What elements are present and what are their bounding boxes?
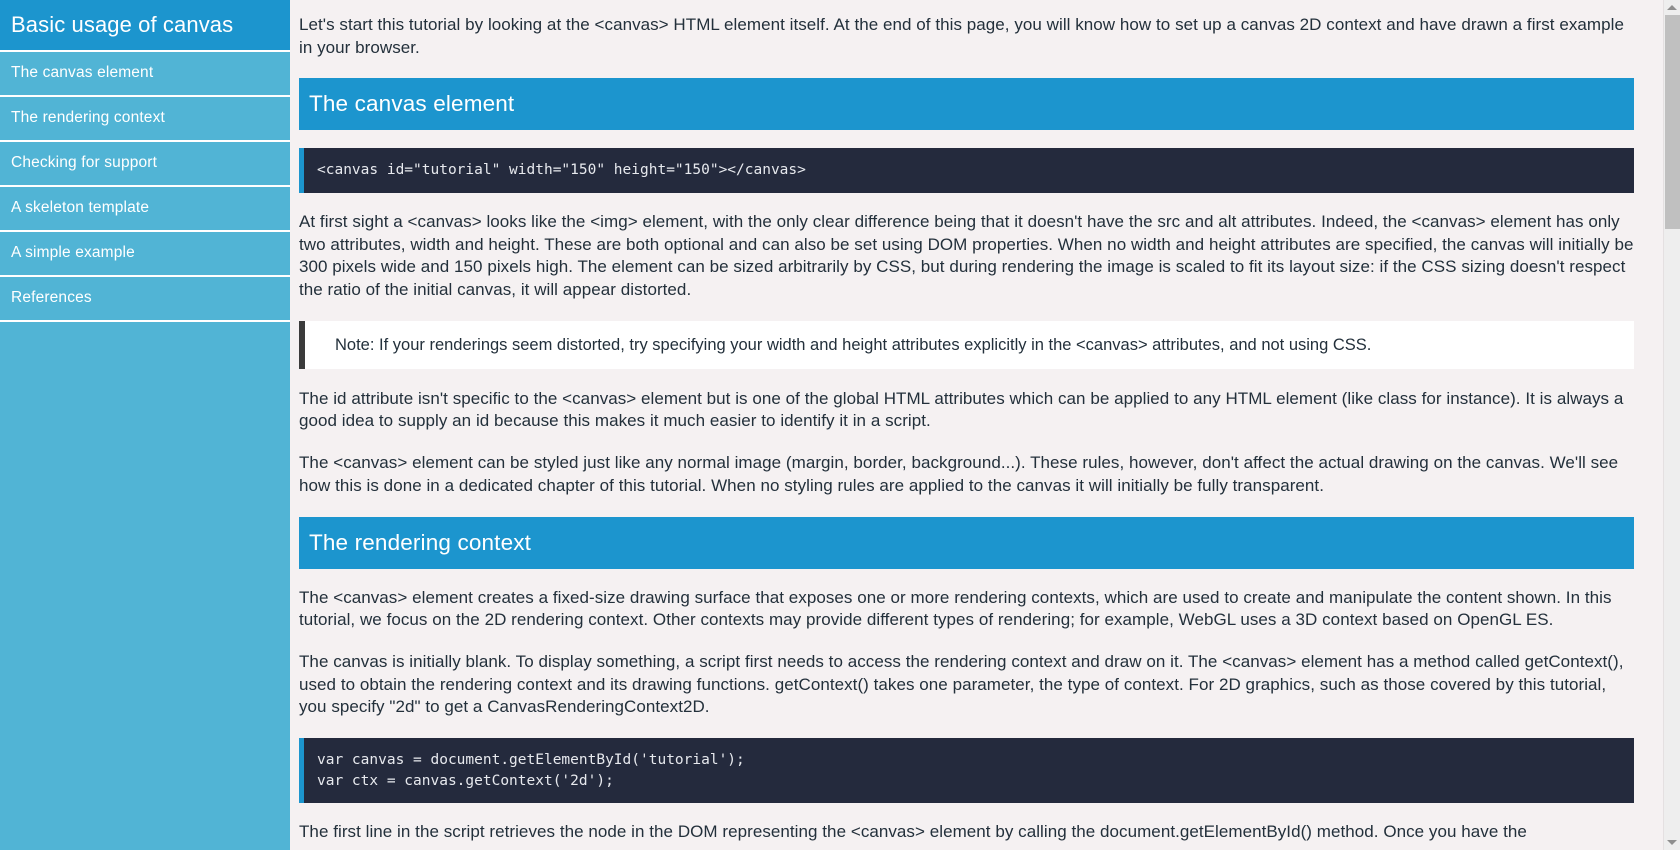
- section-heading-rendering-context: The rendering context: [299, 516, 1634, 569]
- vertical-scrollbar[interactable]: [1663, 0, 1680, 850]
- sidebar-item-a-simple-example[interactable]: A simple example: [0, 232, 290, 277]
- sidebar-item-references[interactable]: References: [0, 277, 290, 322]
- sidebar-filler: [0, 322, 290, 850]
- paragraph-canvas-styling: The <canvas> element can be styled just …: [299, 453, 1619, 495]
- sidebar-item-the-canvas-element[interactable]: The canvas element: [0, 52, 290, 97]
- sidebar-item-the-rendering-context[interactable]: The rendering context: [0, 97, 290, 142]
- scrollbar-thumb[interactable]: [1665, 15, 1680, 229]
- note-block-distortion: Note: If your renderings seem distorted,…: [299, 320, 1634, 369]
- main-region: Let's start this tutorial by looking at …: [290, 0, 1680, 850]
- sidebar-title: Basic usage of canvas: [0, 0, 290, 52]
- paragraph-canvas-attributes: At first sight a <canvas> looks like the…: [299, 211, 1634, 300]
- triangle-up-icon[interactable]: [1664, 0, 1680, 15]
- sidebar-item-checking-for-support[interactable]: Checking for support: [0, 142, 290, 187]
- paragraph-first-line: The first line in the script retrieves t…: [299, 822, 1527, 842]
- paragraph-drawing-surface: The <canvas> element creates a fixed-siz…: [299, 587, 1612, 630]
- paragraph-id-attribute: The id attribute isn't specific to the <…: [299, 388, 1624, 431]
- sidebar-item-a-skeleton-template[interactable]: A skeleton template: [0, 187, 290, 232]
- triangle-down-icon[interactable]: [1664, 835, 1680, 850]
- code-block-getcontext: var canvas = document.getElementById('tu…: [299, 738, 1634, 804]
- paragraph-getcontext: The canvas is initially blank. To displa…: [299, 651, 1624, 717]
- intro-paragraph: Let's start this tutorial by looking at …: [299, 15, 1624, 57]
- section-heading-canvas-element: The canvas element: [299, 78, 1634, 131]
- code-block-canvas-markup: <canvas id="tutorial" width="150" height…: [299, 148, 1634, 193]
- article-content: Let's start this tutorial by looking at …: [290, 0, 1663, 850]
- sidebar: Basic usage of canvas The canvas element…: [0, 0, 290, 850]
